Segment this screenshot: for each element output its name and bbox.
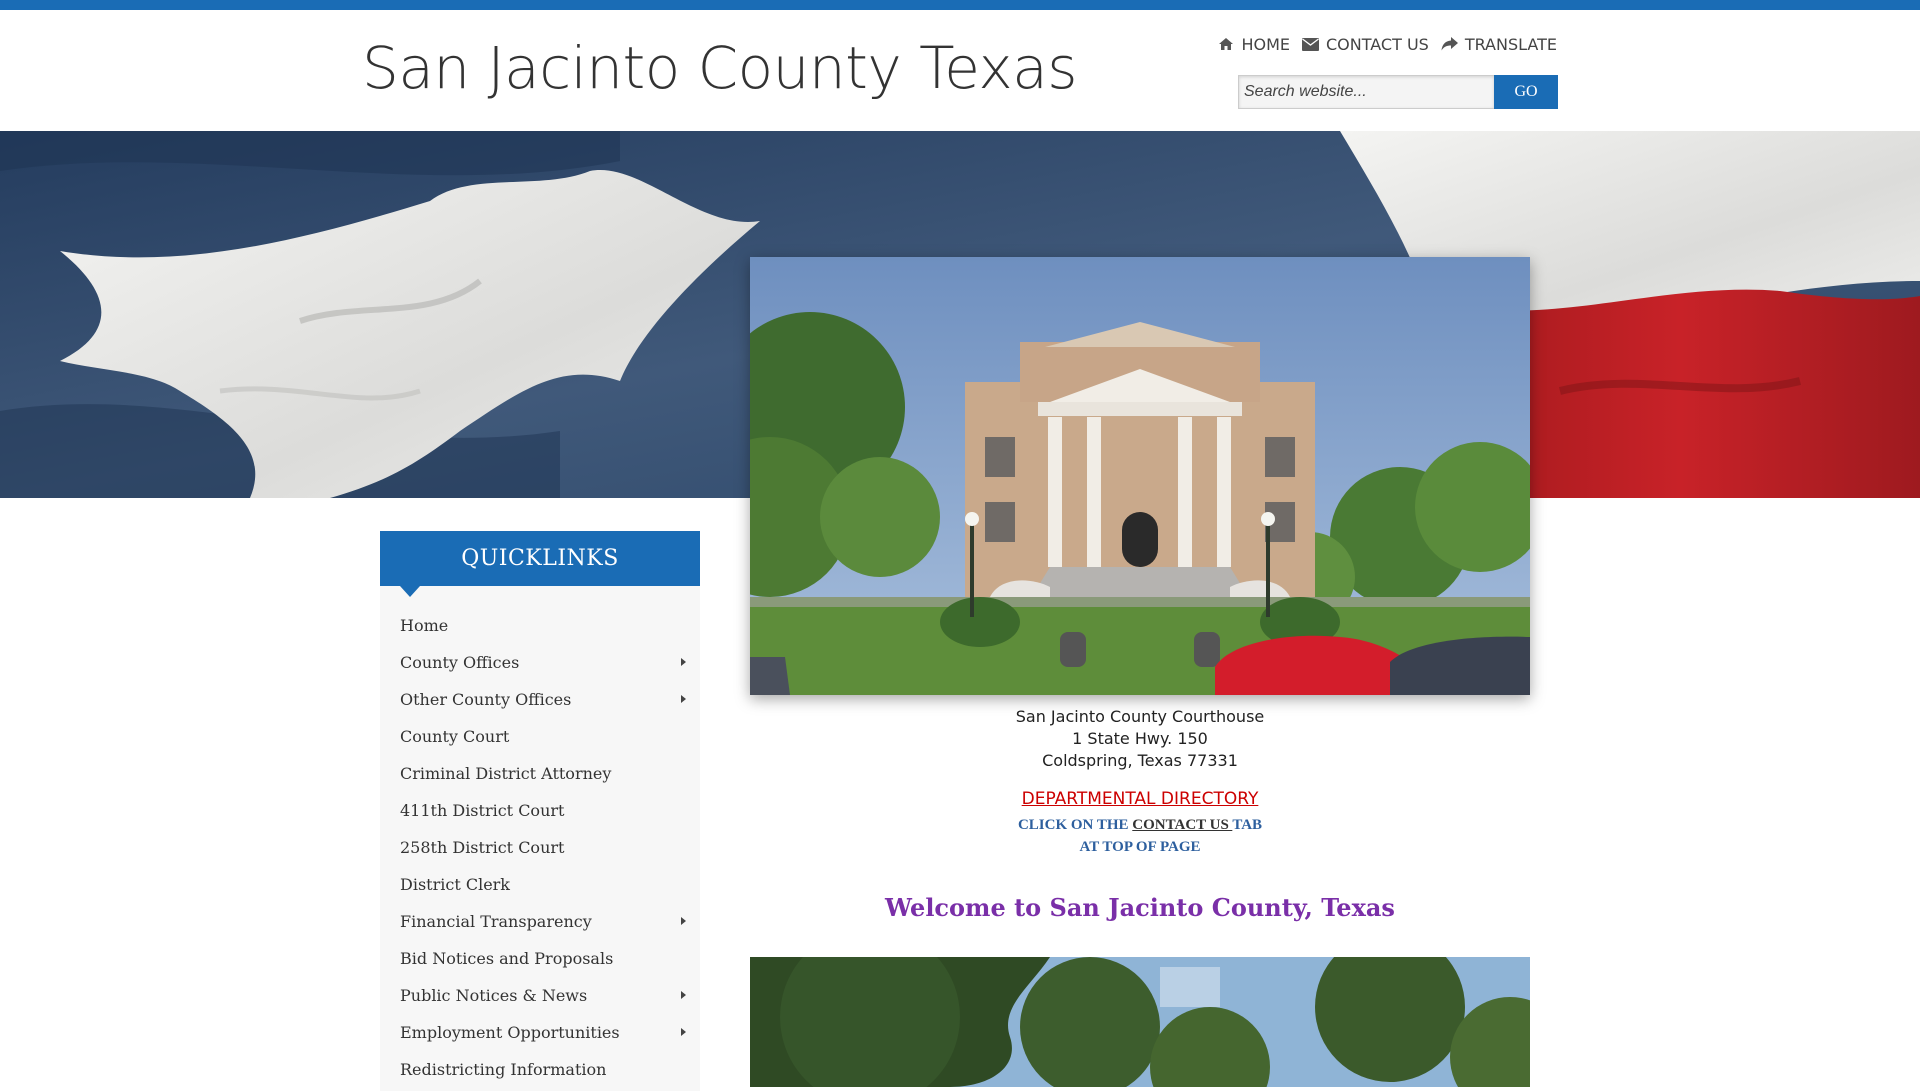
- nav-translate-label: TRANSLATE: [1464, 34, 1557, 54]
- contact-note-line-1: CLICK ON THE CONTACT US TAB: [750, 814, 1530, 836]
- contact-note-prefix: CLICK ON THE: [1017, 817, 1133, 833]
- share-arrow-icon: [1441, 37, 1458, 51]
- quicklink-item[interactable]: Criminal District Attorney: [380, 755, 700, 792]
- quicklink-label: Other County Offices: [400, 690, 572, 709]
- quicklink-item[interactable]: District Clerk: [380, 866, 700, 903]
- quicklink-item[interactable]: Public Notices & News: [380, 977, 700, 1014]
- submenu-arrow-icon: [681, 917, 686, 925]
- submenu-arrow-icon: [681, 991, 686, 999]
- contact-note-line-2: AT TOP OF PAGE: [1079, 839, 1201, 855]
- quicklinks-title: QUICKLINKS: [380, 531, 700, 586]
- quicklinks-panel: QUICKLINKS Home County Offices Other Count…: [380, 531, 700, 1091]
- nav-contact-link[interactable]: CONTACT US: [1301, 34, 1429, 54]
- quicklink-item[interactable]: Other County Offices: [380, 681, 700, 718]
- quicklink-item[interactable]: Home: [380, 607, 700, 644]
- contact-note: CLICK ON THE CONTACT US TAB AT TOP OF PA…: [750, 814, 1530, 858]
- quicklink-item[interactable]: Redistricting Information: [380, 1051, 700, 1088]
- quicklink-label: District Clerk: [400, 875, 510, 894]
- site-title[interactable]: San Jacinto County Texas: [362, 34, 1077, 102]
- courthouse-address: San Jacinto County Courthouse 1 State Hw…: [750, 706, 1530, 772]
- quicklinks-list: Home County Offices Other County Offices Co…: [380, 607, 700, 1088]
- quicklink-label: Bid Notices and Proposals: [400, 949, 614, 968]
- quicklink-label: Employment Opportunities: [400, 1023, 620, 1042]
- quicklink-item[interactable]: 411th District Court: [380, 792, 700, 829]
- utility-nav: HOME CONTACT US TRANSLATE: [1219, 32, 1557, 56]
- nav-home-label: HOME: [1241, 34, 1290, 54]
- address-line-3: Coldspring, Texas 77331: [1042, 751, 1238, 770]
- trees-illustration: [750, 957, 1530, 1087]
- contact-note-suffix: TAB: [1232, 817, 1263, 833]
- nav-home-link[interactable]: HOME: [1218, 35, 1290, 54]
- courthouse-photo: [750, 257, 1530, 695]
- quicklink-label: Redistricting Information: [400, 1060, 607, 1079]
- submenu-arrow-icon: [681, 1028, 686, 1036]
- quicklink-item[interactable]: Bid Notices and Proposals: [380, 940, 700, 977]
- county-scene-photo: [750, 957, 1530, 1087]
- address-line-2: 1 State Hwy. 150: [1072, 729, 1208, 748]
- nav-contact-label: CONTACT US: [1325, 34, 1429, 54]
- nav-translate-link[interactable]: TRANSLATE: [1441, 35, 1557, 54]
- search-input[interactable]: [1238, 75, 1494, 109]
- quicklink-label: County Court: [400, 727, 510, 746]
- quicklinks-notch: [400, 586, 420, 597]
- quicklink-item[interactable]: Financial Transparency: [380, 903, 700, 940]
- quicklink-label: 411th District Court: [400, 801, 565, 820]
- submenu-arrow-icon: [681, 658, 686, 666]
- quicklink-item[interactable]: County Court: [380, 718, 700, 755]
- address-line-1: San Jacinto County Courthouse: [1015, 707, 1265, 726]
- submenu-arrow-icon: [681, 695, 686, 703]
- contact-us-inline-link[interactable]: CONTACT US: [1132, 817, 1232, 833]
- quicklink-label: Criminal District Attorney: [400, 764, 612, 783]
- quicklink-label: Public Notices & News: [400, 986, 588, 1005]
- quicklink-item[interactable]: County Offices: [380, 644, 700, 681]
- quicklink-label: Home: [400, 616, 449, 635]
- quicklink-item[interactable]: 258th District Court: [380, 829, 700, 866]
- envelope-icon: [1301, 37, 1319, 51]
- courthouse-illustration: [750, 257, 1530, 695]
- quicklink-item[interactable]: Employment Opportunities: [380, 1014, 700, 1051]
- search-go-button[interactable]: GO: [1494, 75, 1558, 109]
- welcome-heading: Welcome to San Jacinto County, Texas: [885, 893, 1395, 922]
- quicklink-label: 258th District Court: [400, 838, 565, 857]
- home-icon: [1218, 37, 1234, 51]
- quicklink-label: Financial Transparency: [400, 912, 592, 931]
- top-accent-bar: [0, 0, 1920, 10]
- quicklink-label: County Offices: [400, 653, 520, 672]
- departmental-directory-link[interactable]: DEPARTMENTAL DIRECTORY: [750, 789, 1530, 809]
